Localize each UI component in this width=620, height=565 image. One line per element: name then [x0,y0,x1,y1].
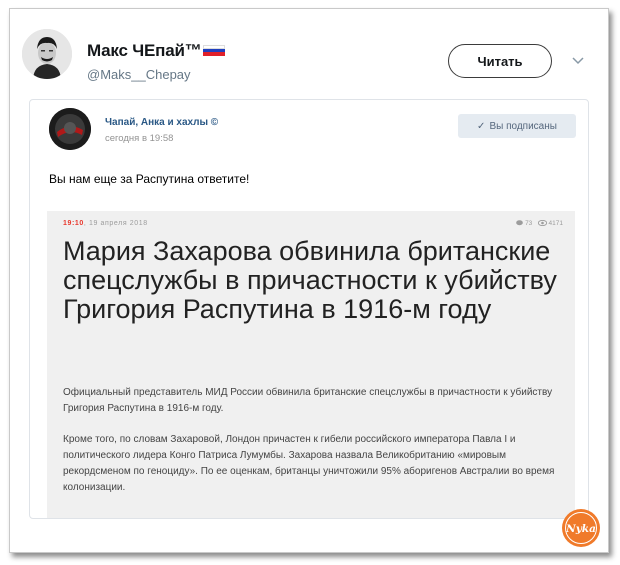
article-date: 19 апреля 2018 [89,220,148,227]
group-name-link[interactable]: Чапай, Анка и хахлы © [105,117,218,128]
post-time: сегодня в 19:58 [105,133,174,144]
comment-icon [516,220,524,226]
eye-icon [537,219,547,227]
nyka-watermark-logo: Nyka [562,509,600,547]
embedded-vk-post: Чапай, Анка и хахлы © сегодня в 19:58 ✓ В… [29,99,589,519]
user-name[interactable]: Макс ЧЕпай™ [87,41,225,61]
user-avatar-icon[interactable] [22,29,72,79]
chevron-down-icon[interactable] [571,55,585,65]
group-avatar-icon[interactable] [49,108,91,150]
article-paragraph-2: Кроме того, по словам Захаровой, Лондон … [63,434,555,493]
article-stats: 73 4171 [516,219,563,227]
post-text: Вы нам еще за Распутина ответите! [49,172,250,186]
user-name-text: Макс ЧЕпай™ [87,41,202,60]
subscribed-button[interactable]: ✓ Вы подписаны [458,114,576,138]
article-datetime: 19:10, 19 апреля 2018 [63,220,148,227]
article-paragraph-1: Официальный представитель МИД России обв… [63,387,553,414]
russian-flag-icon [202,45,225,56]
article-time: 19:10 [63,220,84,227]
follow-button[interactable]: Читать [448,44,552,78]
user-handle[interactable]: @Maks__Chepay [87,67,191,82]
comments-count: 73 [525,220,533,227]
svg-text:Nyka: Nyka [565,523,596,535]
check-icon: ✓ [477,120,486,132]
article-screenshot[interactable]: 19:10, 19 апреля 2018 73 4171 Мария Заха… [47,211,575,518]
views-count: 4171 [548,220,563,227]
subscribed-label: Вы подписаны [489,120,557,132]
article-headline: Мария Захарова обвинила британские спецс… [63,236,557,324]
